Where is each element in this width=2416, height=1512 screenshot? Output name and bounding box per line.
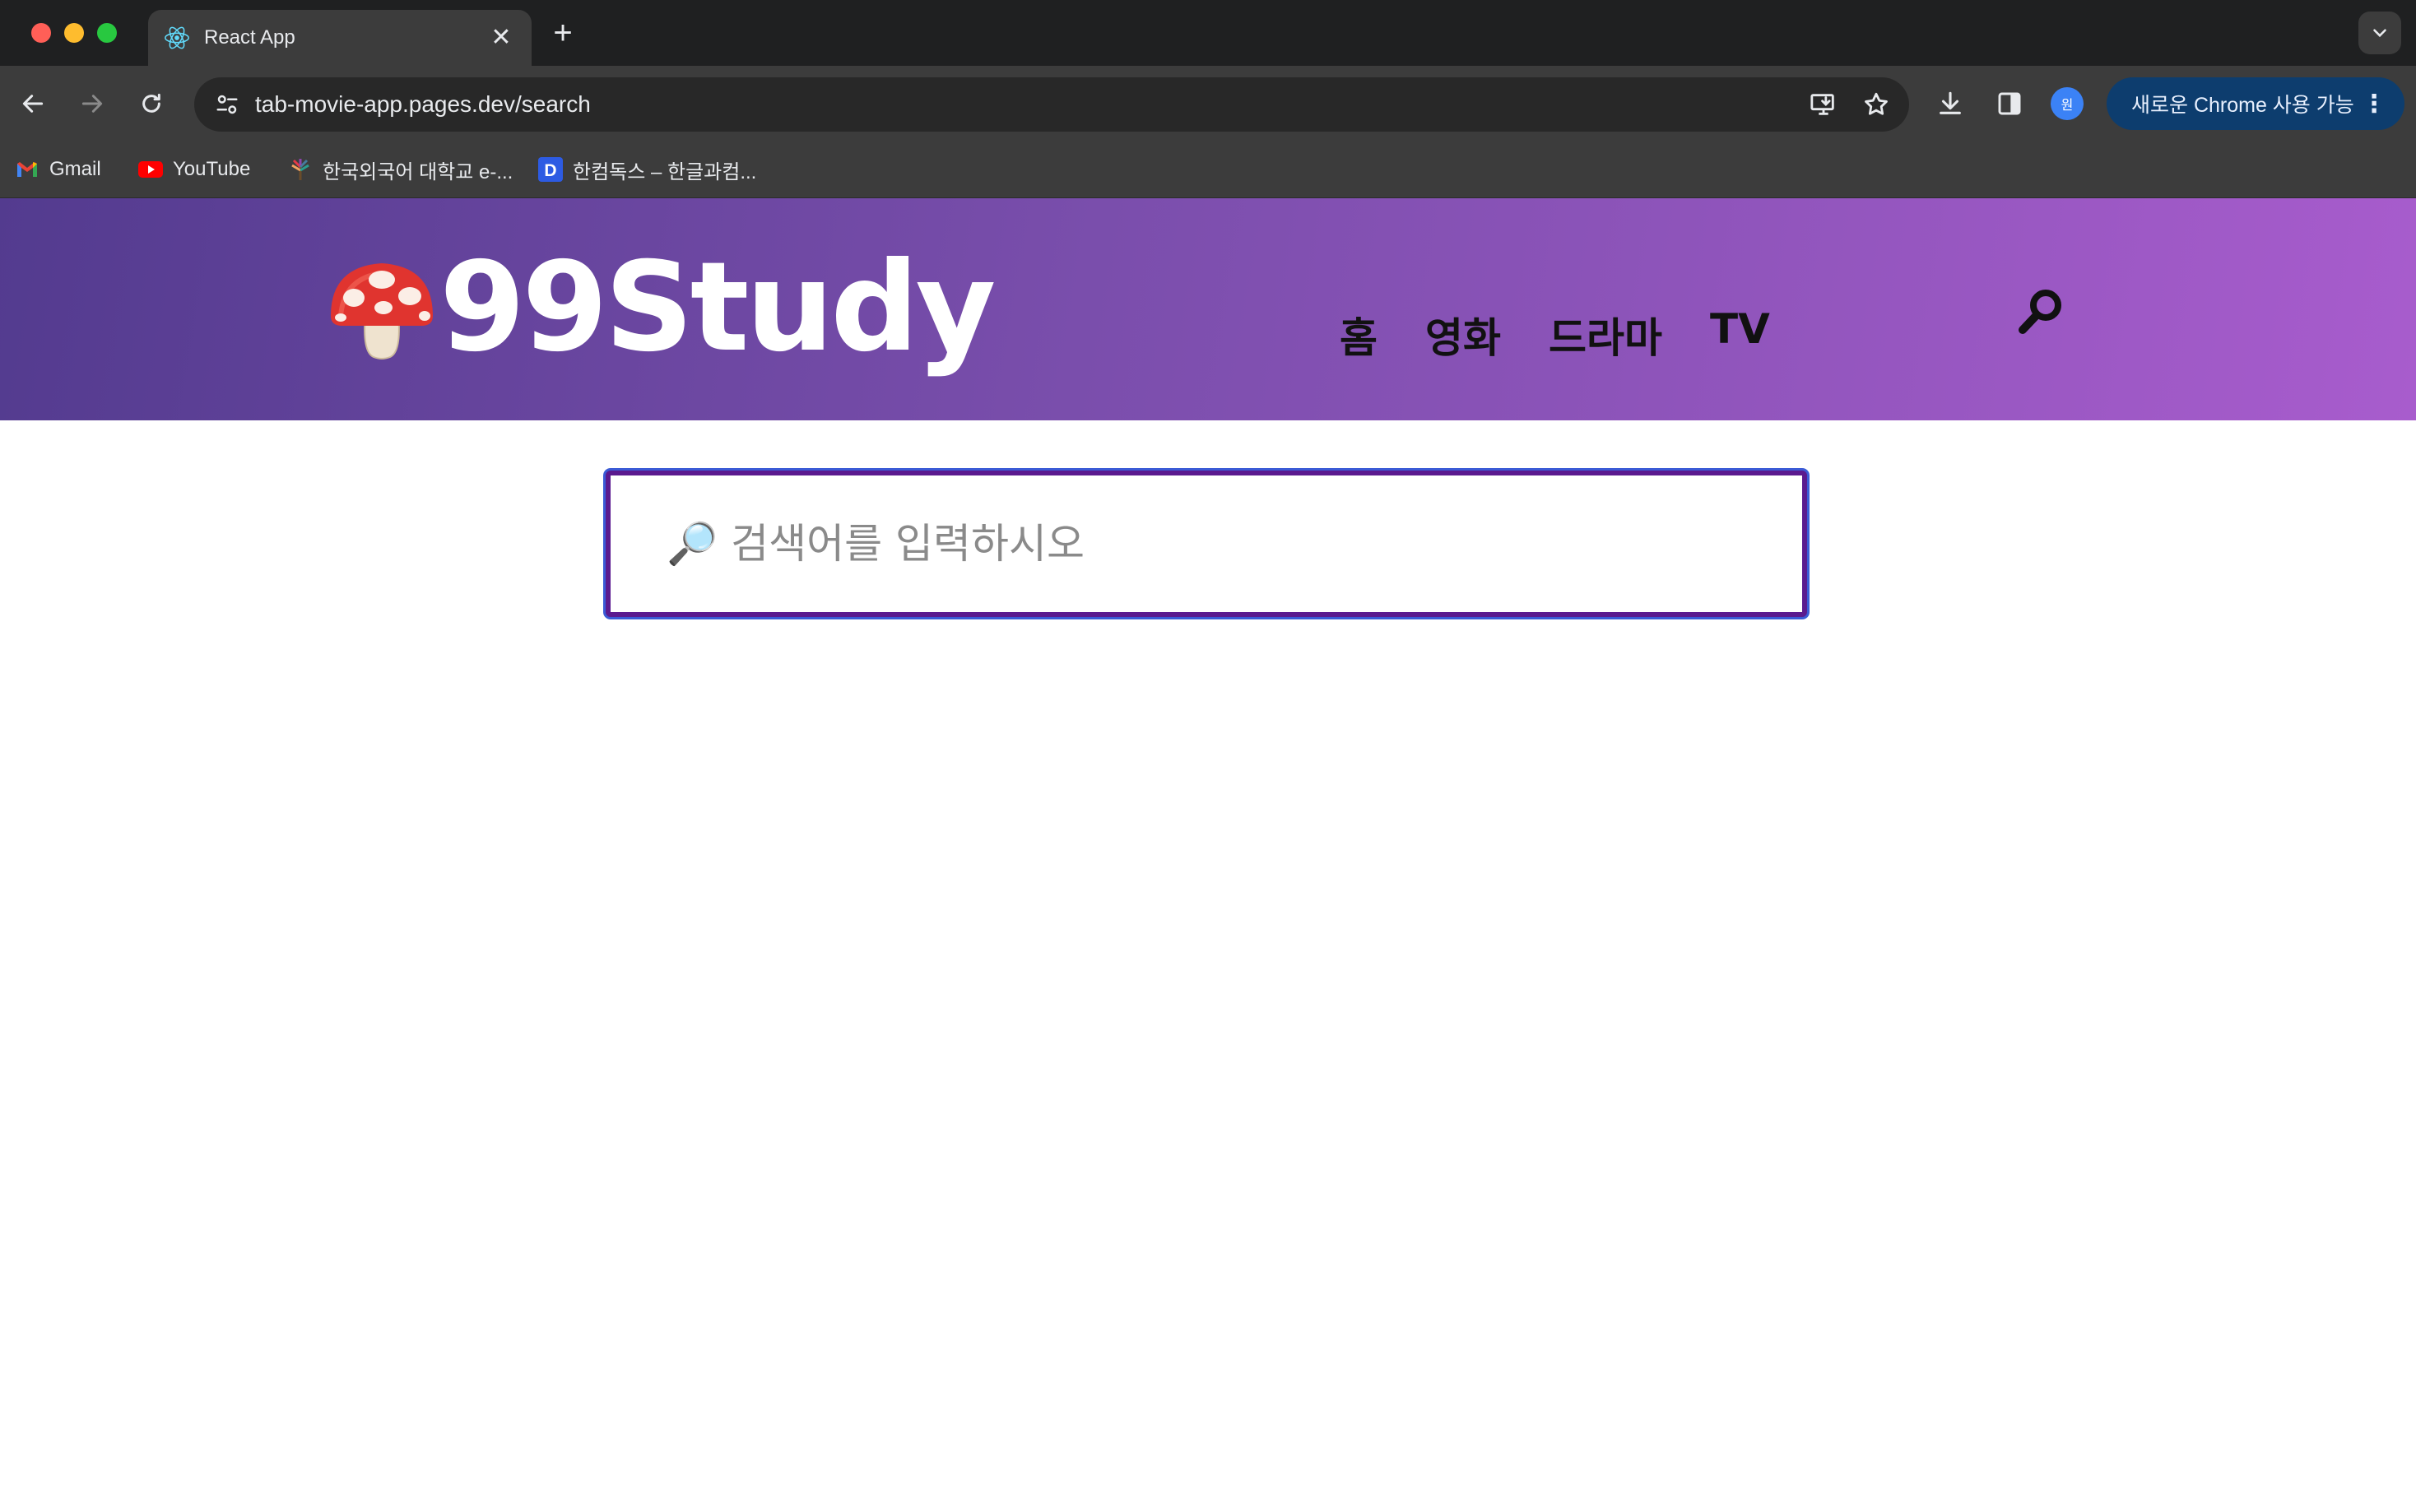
hancom-docs-icon: D (538, 157, 563, 182)
tab-search-button[interactable] (2358, 12, 2401, 54)
arrow-right-icon (81, 95, 103, 113)
main-nav: 홈 영화 드라마 TV (1340, 305, 1770, 364)
forward-button[interactable] (72, 84, 112, 123)
window-controls (31, 23, 117, 43)
address-bar[interactable]: tab-movie-app.pages.dev/search (194, 77, 1909, 132)
nav-home[interactable]: 홈 (1340, 305, 1378, 364)
zoom-window-button[interactable] (97, 23, 117, 43)
bookmark-star-button[interactable] (1856, 85, 1896, 124)
install-app-button[interactable] (1804, 85, 1843, 124)
tab-strip: React App ✕ + (0, 0, 2416, 66)
arrow-left-icon (22, 95, 44, 113)
browser-window: React App ✕ + tab-movie-app.pages.dev/se… (0, 0, 2416, 1512)
site-info-button[interactable] (207, 85, 247, 124)
bookmark-youtube[interactable]: YouTube (138, 153, 250, 186)
site-logo[interactable]: 99Study (324, 236, 996, 379)
bookmark-label: Gmail (49, 158, 101, 180)
minimize-window-button[interactable] (64, 23, 84, 43)
react-icon (165, 26, 189, 49)
tab-title: React App (204, 26, 295, 49)
tab-react-app[interactable]: React App ✕ (148, 10, 532, 66)
bookmark-gmail[interactable]: Gmail (15, 153, 101, 186)
reload-icon (142, 93, 160, 113)
bookmark-hancom-docs[interactable]: D 한컴독스 – 한글과컴... (538, 153, 756, 186)
close-tab-icon[interactable]: ✕ (487, 26, 515, 50)
bookmark-label: 한국외국어 대학교 e-... (323, 160, 513, 183)
reload-button[interactable] (132, 84, 171, 123)
bookmark-label: 한컴독스 – 한글과컴... (573, 160, 757, 183)
downloads-button[interactable] (1930, 84, 1970, 123)
site-title: 99Study (439, 236, 996, 379)
chevron-down-icon (2373, 29, 2386, 38)
nav-tv[interactable]: TV (1710, 305, 1770, 364)
install-desktop-icon (1810, 94, 1834, 115)
download-icon (1940, 91, 1961, 114)
search-box[interactable] (606, 471, 1807, 617)
search-input[interactable] (611, 475, 1802, 612)
bookmark-hufs[interactable]: 한국외국어 대학교 e-... (288, 153, 513, 186)
side-panel-icon (1998, 92, 2021, 115)
new-tab-button[interactable]: + (546, 12, 579, 54)
site-header: 99Study 홈 영화 드라마 TV (0, 198, 2416, 420)
more-vert-icon[interactable]: ⋮ (2362, 90, 2386, 118)
side-panel-button[interactable] (1990, 84, 2029, 123)
tune-icon (216, 95, 238, 114)
youtube-icon (138, 157, 163, 182)
profile-avatar[interactable]: 원 (2051, 87, 2084, 120)
close-window-button[interactable] (31, 23, 51, 43)
bookmark-label: YouTube (173, 158, 251, 180)
url-text[interactable]: tab-movie-app.pages.dev/search (255, 91, 1804, 118)
star-icon (1865, 92, 1888, 115)
back-button[interactable] (13, 84, 53, 123)
svg-text:D: D (544, 161, 556, 180)
mushroom-icon (331, 263, 433, 359)
search-icon[interactable] (2014, 285, 2067, 338)
nav-movies[interactable]: 영화 (1425, 305, 1501, 364)
gmail-icon (15, 157, 39, 182)
chrome-update-label: 새로운 Chrome 사용 가능 (2131, 94, 2354, 117)
nav-dramas[interactable]: 드라마 (1549, 305, 1662, 364)
chrome-update-button[interactable]: 새로운 Chrome 사용 가능 ⋮ (2107, 77, 2404, 130)
hufs-icon (288, 157, 313, 182)
bookmarks-bar: Gmail YouTube 한국외국어 대학교 e-... D 한컴독스 – 한… (0, 141, 2416, 198)
